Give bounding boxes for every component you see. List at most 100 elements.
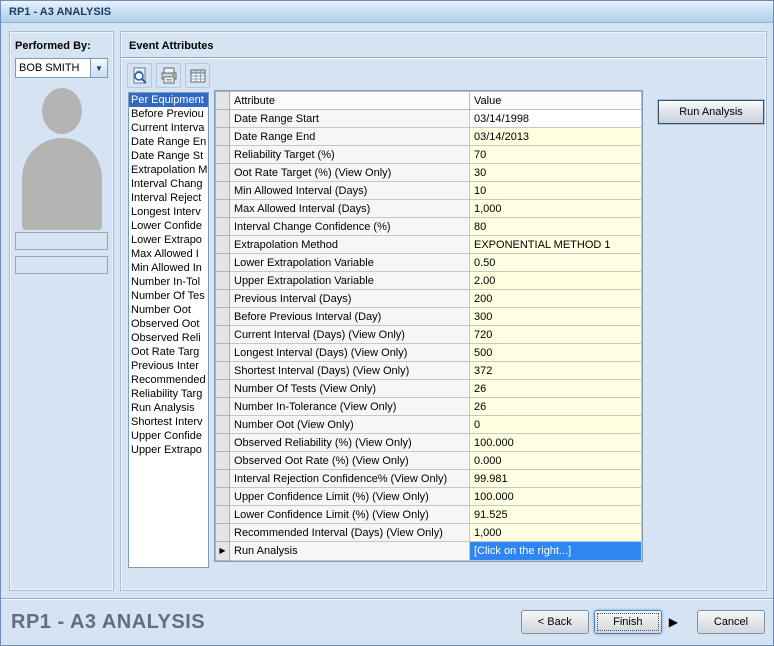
value-cell[interactable]: 26	[470, 398, 642, 416]
value-cell[interactable]: 91.525	[470, 506, 642, 524]
attribute-cell[interactable]: Before Previous Interval (Day)	[230, 308, 470, 326]
row-selector[interactable]	[216, 254, 230, 272]
value-cell[interactable]: 0.000	[470, 452, 642, 470]
attribute-cell[interactable]: Run Analysis	[230, 542, 470, 561]
attribute-list-item[interactable]: Observed Oot	[129, 317, 208, 331]
attribute-cell[interactable]: Extrapolation Method	[230, 236, 470, 254]
value-cell[interactable]: EXPONENTIAL METHOD 1	[470, 236, 642, 254]
row-selector[interactable]	[216, 146, 230, 164]
attribute-cell[interactable]: Recommended Interval (Days) (View Only)	[230, 524, 470, 542]
attribute-cell[interactable]: Date Range Start	[230, 110, 470, 128]
attribute-cell[interactable]: Shortest Interval (Days) (View Only)	[230, 362, 470, 380]
attribute-list-item[interactable]: Upper Confide	[129, 429, 208, 443]
value-cell[interactable]: 03/14/1998	[470, 110, 642, 128]
row-selector[interactable]	[216, 434, 230, 452]
attribute-cell[interactable]: Longest Interval (Days) (View Only)	[230, 344, 470, 362]
attribute-cell[interactable]: Reliability Target (%)	[230, 146, 470, 164]
row-selector[interactable]	[216, 200, 230, 218]
value-cell[interactable]: 99.981	[470, 470, 642, 488]
preview-button[interactable]	[127, 63, 152, 88]
attribute-cell[interactable]: Previous Interval (Days)	[230, 290, 470, 308]
value-cell[interactable]: [Click on the right...]	[470, 542, 642, 561]
chevron-down-icon[interactable]: ▼	[90, 59, 107, 77]
row-selector[interactable]	[216, 380, 230, 398]
value-cell[interactable]: 70	[470, 146, 642, 164]
value-cell[interactable]: 03/14/2013	[470, 128, 642, 146]
row-selector[interactable]	[216, 344, 230, 362]
attribute-cell[interactable]: Date Range End	[230, 128, 470, 146]
attribute-list-item[interactable]: Current Interva	[129, 121, 208, 135]
attribute-cell[interactable]: Max Allowed Interval (Days)	[230, 200, 470, 218]
value-cell[interactable]: 80	[470, 218, 642, 236]
row-selector[interactable]	[216, 218, 230, 236]
value-cell[interactable]: 1,000	[470, 524, 642, 542]
attribute-list-item[interactable]: Number Oot	[129, 303, 208, 317]
attribute-cell[interactable]: Current Interval (Days) (View Only)	[230, 326, 470, 344]
attribute-list-item[interactable]: Lower Confide	[129, 219, 208, 233]
attribute-list-item[interactable]: Max Allowed I	[129, 247, 208, 261]
value-column-header[interactable]: Value	[470, 92, 642, 110]
value-cell[interactable]: 26	[470, 380, 642, 398]
attribute-list-item[interactable]: Before Previou	[129, 107, 208, 121]
value-cell[interactable]: 2.00	[470, 272, 642, 290]
value-cell[interactable]: 0.50	[470, 254, 642, 272]
row-selector[interactable]	[216, 416, 230, 434]
row-selector[interactable]	[216, 452, 230, 470]
attribute-list-item[interactable]: Observed Reli	[129, 331, 208, 345]
value-cell[interactable]: 0	[470, 416, 642, 434]
back-button[interactable]: < Back	[521, 610, 589, 634]
attribute-list-item[interactable]: Reliability Targ	[129, 387, 208, 401]
value-cell[interactable]: 1,000	[470, 200, 642, 218]
attribute-list-item[interactable]: Run Analysis	[129, 401, 208, 415]
value-cell[interactable]: 300	[470, 308, 642, 326]
row-selector[interactable]	[216, 488, 230, 506]
attribute-list-item[interactable]: Upper Extrapo	[129, 443, 208, 457]
attribute-cell[interactable]: Number In-Tolerance (View Only)	[230, 398, 470, 416]
attribute-list-item[interactable]: Recommended	[129, 373, 208, 387]
attribute-list-item[interactable]: Per Equipment	[129, 93, 208, 107]
finish-button[interactable]: Finish	[594, 610, 662, 634]
attribute-cell[interactable]: Interval Change Confidence (%)	[230, 218, 470, 236]
value-cell[interactable]: 100.000	[470, 488, 642, 506]
attribute-list-item[interactable]: Date Range En	[129, 135, 208, 149]
value-cell[interactable]: 372	[470, 362, 642, 380]
row-selector[interactable]	[216, 110, 230, 128]
attribute-list-item[interactable]: Longest Interv	[129, 205, 208, 219]
attribute-list-item[interactable]: Oot Rate Targ	[129, 345, 208, 359]
row-selector[interactable]	[216, 164, 230, 182]
attribute-list-item[interactable]: Previous Inter	[129, 359, 208, 373]
value-cell[interactable]: 100.000	[470, 434, 642, 452]
attribute-cell[interactable]: Min Allowed Interval (Days)	[230, 182, 470, 200]
attribute-cell[interactable]: Number Of Tests (View Only)	[230, 380, 470, 398]
value-cell[interactable]: 200	[470, 290, 642, 308]
row-selector[interactable]	[216, 272, 230, 290]
run-analysis-button[interactable]: Run Analysis	[658, 100, 764, 124]
datasheet-button[interactable]	[185, 63, 210, 88]
row-selector[interactable]: ▶	[216, 542, 230, 561]
row-selector[interactable]	[216, 326, 230, 344]
attribute-list-item[interactable]: Min Allowed In	[129, 261, 208, 275]
value-cell[interactable]: 30	[470, 164, 642, 182]
print-button[interactable]	[156, 63, 181, 88]
attribute-list-item[interactable]: Number In-Tol	[129, 275, 208, 289]
attribute-cell[interactable]: Observed Reliability (%) (View Only)	[230, 434, 470, 452]
attribute-cell[interactable]: Lower Extrapolation Variable	[230, 254, 470, 272]
attribute-cell[interactable]: Number Oot (View Only)	[230, 416, 470, 434]
attribute-cell[interactable]: Upper Confidence Limit (%) (View Only)	[230, 488, 470, 506]
value-cell[interactable]: 500	[470, 344, 642, 362]
attribute-list-item[interactable]: Date Range St	[129, 149, 208, 163]
attribute-column-header[interactable]: Attribute	[230, 92, 470, 110]
attribute-cell[interactable]: Lower Confidence Limit (%) (View Only)	[230, 506, 470, 524]
attribute-list-item[interactable]: Interval Reject	[129, 191, 208, 205]
value-cell[interactable]: 720	[470, 326, 642, 344]
row-selector[interactable]	[216, 362, 230, 380]
cancel-button[interactable]: Cancel	[697, 610, 765, 634]
attribute-cell[interactable]: Observed Oot Rate (%) (View Only)	[230, 452, 470, 470]
row-selector[interactable]	[216, 524, 230, 542]
attribute-list-item[interactable]: Shortest Interv	[129, 415, 208, 429]
attribute-list-item[interactable]: Extrapolation M	[129, 163, 208, 177]
row-selector[interactable]	[216, 128, 230, 146]
attribute-cell[interactable]: Oot Rate Target (%) (View Only)	[230, 164, 470, 182]
row-selector[interactable]	[216, 470, 230, 488]
expand-arrow-icon[interactable]: ▶	[667, 615, 680, 629]
